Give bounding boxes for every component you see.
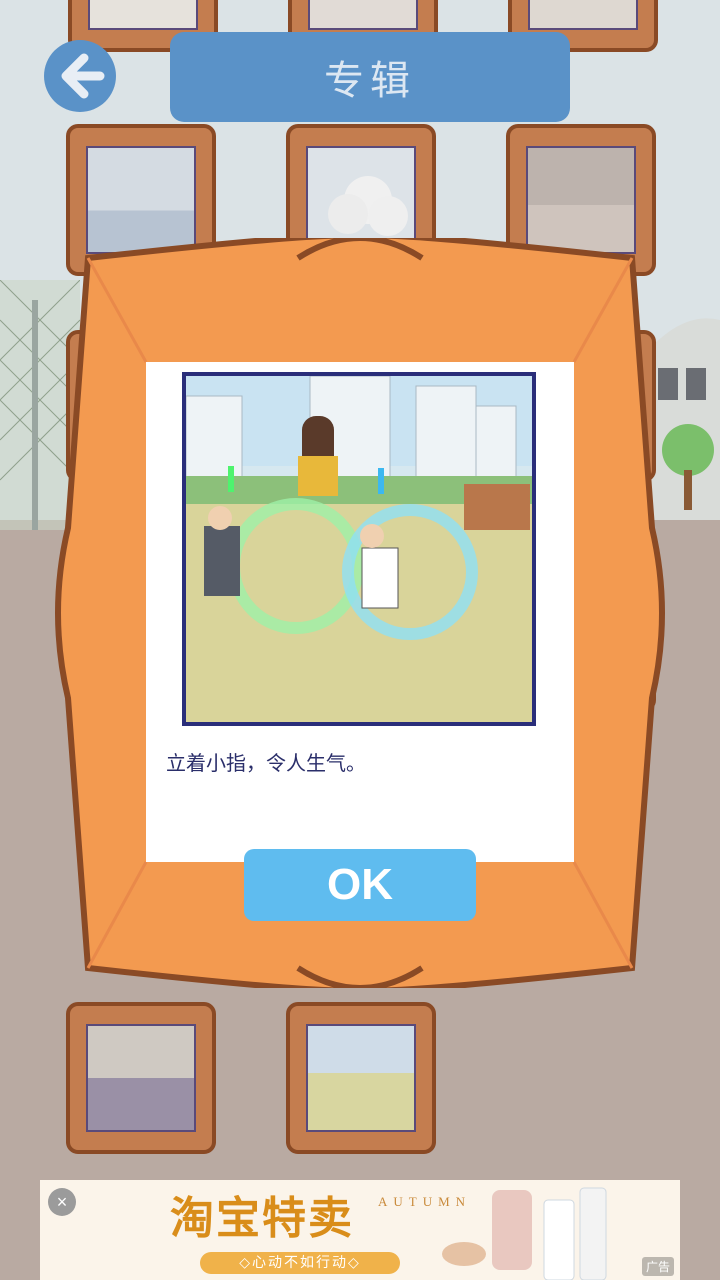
page-title: 专辑 — [170, 32, 570, 122]
album-detail-dialog: 立着小指，令人生气。 OK — [48, 238, 672, 988]
thumb-5[interactable] — [286, 1002, 436, 1154]
ad-headline: 淘宝特卖 — [170, 1193, 354, 1244]
back-button[interactable] — [44, 40, 116, 112]
ok-button[interactable]: OK — [244, 849, 476, 921]
cosmetics-image — [442, 1187, 607, 1280]
ad-slogan: ◇心动不如行动◇ — [200, 1252, 400, 1274]
scene-illustration — [182, 372, 536, 726]
ad-banner[interactable]: × 淘宝特卖 AUTUMN ◇心动不如行动◇ 广告 — [40, 1180, 680, 1280]
thumb-4[interactable] — [66, 1002, 216, 1154]
caption-text: 立着小指，令人生气。 — [166, 751, 366, 775]
close-icon[interactable]: × — [48, 1188, 76, 1216]
photo-paper: 立着小指，令人生气。 — [146, 362, 574, 862]
ad-tag: 广告 — [641, 1257, 674, 1276]
arrow-left-icon — [61, 53, 105, 99]
